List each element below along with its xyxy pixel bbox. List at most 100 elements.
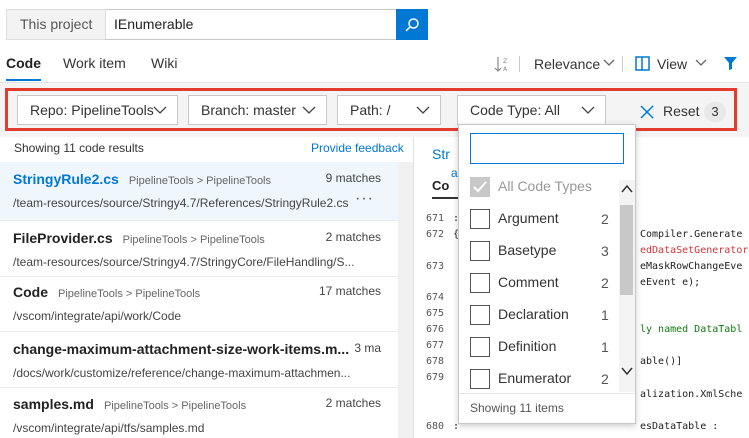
code-line: able()] <box>640 356 683 367</box>
view-panel-icon[interactable] <box>635 56 650 71</box>
chevron-down-icon[interactable] <box>603 58 615 68</box>
code-type-option[interactable]: Basetype 3 <box>470 239 620 263</box>
results-summary: Showing 11 code results <box>14 141 144 155</box>
chevron-up-icon[interactable] <box>621 184 633 194</box>
popup-footer-divider <box>459 393 635 394</box>
svg-text:A: A <box>503 66 508 73</box>
code-type-option-all[interactable]: All Code Types <box>470 175 620 199</box>
result-project: PipelineTools > PipelineTools <box>122 234 265 246</box>
result-item[interactable]: FileProvider.cs PipelineTools > PipelineT… <box>0 221 398 279</box>
code-type-option-label: Enumerator <box>498 370 572 386</box>
result-match-count: 17 matches <box>318 284 381 298</box>
code-type-popup-scroll-thumb[interactable] <box>620 205 633 295</box>
line-number: 671 <box>426 213 445 224</box>
line-number: 677 <box>426 340 445 351</box>
sort-dropdown[interactable]: Relevance <box>534 55 600 73</box>
result-item[interactable]: samples.md PipelineTools > PipelineTools … <box>0 387 398 438</box>
code-type-popup: All Code Types Argument 2 Basetype 3 Com… <box>458 124 636 424</box>
chevron-down-icon[interactable] <box>621 366 633 376</box>
code-type-option[interactable]: Definition 1 <box>470 335 620 359</box>
result-match-count: 9 matches <box>325 171 381 185</box>
search-input[interactable]: IEnumerable <box>105 9 397 40</box>
line-number: 679 <box>426 372 445 383</box>
result-path: /team-resources/source/Stringy4.7/Refere… <box>13 196 349 210</box>
code-type-option-count: 1 <box>601 307 609 323</box>
svg-text:Z: Z <box>503 58 507 65</box>
code-type-option-count: 2 <box>601 211 609 227</box>
filter-icon[interactable] <box>723 56 738 71</box>
code-type-search-input[interactable] <box>470 133 624 164</box>
checkbox[interactable] <box>470 241 490 261</box>
code-line: edDataSetGenerator <box>640 245 749 256</box>
code-type-option[interactable]: Comment 2 <box>470 271 620 295</box>
code-line: alization.XmlSche <box>640 389 743 400</box>
result-item[interactable]: Code PipelineTools > PipelineTools 17 mat… <box>0 275 398 333</box>
result-item[interactable]: StringyRule2.cs PipelineTools > PipelineT… <box>0 162 398 220</box>
result-file-name[interactable]: samples.md <box>13 396 94 412</box>
chevron-down-icon[interactable] <box>695 58 707 68</box>
toolbar-separator <box>622 56 623 72</box>
line-number: 674 <box>426 292 445 303</box>
checkbox[interactable] <box>470 369 490 389</box>
tab-work-item[interactable]: Work item <box>63 47 126 81</box>
code-type-popup-footer: Showing 11 items <box>470 401 564 415</box>
sort-order-icon[interactable]: Z A <box>494 55 510 73</box>
checkbox[interactable] <box>470 209 490 229</box>
checkmark-icon <box>473 181 487 193</box>
code-type-option[interactable]: Argument 2 <box>470 207 620 231</box>
result-path: /vscom/integrate/api/tfs/samples.md <box>13 421 205 435</box>
checkbox[interactable] <box>470 273 490 293</box>
line-number: 676 <box>426 324 445 335</box>
result-project: PipelineTools > PipelineTools <box>58 288 201 300</box>
result-file-name[interactable]: Code <box>13 284 48 300</box>
result-path: /team-resources/source/Stringy4.7/String… <box>13 255 355 269</box>
code-type-option-label: Argument <box>498 210 559 226</box>
code-type-option-count: 2 <box>601 371 609 387</box>
code-type-option-label: Definition <box>498 338 557 354</box>
result-item[interactable]: change-maximum-attachment-size-work-item… <box>0 332 398 390</box>
results-scrollbar[interactable] <box>398 162 413 438</box>
result-project: PipelineTools > PipelineTools <box>128 175 272 187</box>
view-dropdown[interactable]: View <box>657 55 687 73</box>
result-path: /vscom/integrate/api/work/Code <box>13 309 182 323</box>
more-actions-icon[interactable]: ··· <box>355 190 374 208</box>
search-button[interactable] <box>396 9 428 40</box>
search-icon <box>405 17 419 32</box>
result-file-name[interactable]: FileProvider.cs <box>13 230 113 246</box>
code-line: Compiler.Generate <box>640 229 743 240</box>
checkbox[interactable] <box>470 305 490 325</box>
provide-feedback-link[interactable]: Provide feedback <box>311 141 404 155</box>
preview-contents-tab[interactable]: Co <box>432 178 449 193</box>
code-type-option[interactable]: Declaration 1 <box>470 303 620 327</box>
code-type-option-label: Declaration <box>498 306 569 322</box>
code-line: ly named DataTabl <box>640 324 743 335</box>
checkbox-checked[interactable] <box>470 177 490 197</box>
tab-wiki[interactable]: Wiki <box>151 47 177 81</box>
line-number: 673 <box>426 261 445 272</box>
result-file-name[interactable]: StringyRule2.cs <box>13 171 119 187</box>
search-scope-selector[interactable]: This project <box>6 9 106 40</box>
code-type-option-label: Basetype <box>498 242 557 258</box>
code-type-option-count: 3 <box>601 243 609 259</box>
tab-code[interactable]: Code <box>6 47 41 81</box>
code-type-option[interactable]: Enumerator 2 <box>470 367 620 391</box>
result-match-count: 3 ma <box>354 341 381 355</box>
code-type-option-count: 2 <box>601 275 609 291</box>
code-line: esDataTable : <box>640 421 719 432</box>
code-type-option-label: Comment <box>498 274 559 290</box>
line-number: 672 <box>426 229 445 240</box>
preview-file-subtitle: a <box>451 166 458 180</box>
line-number: 678 <box>426 356 445 367</box>
line-number: 675 <box>426 308 445 319</box>
result-project: PipelineTools > PipelineTools <box>103 400 247 412</box>
checkbox[interactable] <box>470 337 490 357</box>
result-match-count: 2 matches <box>325 396 381 410</box>
result-match-count: 2 matches <box>325 230 381 244</box>
line-number: 680 <box>426 421 445 432</box>
toolbar-separator <box>519 56 520 72</box>
result-file-name[interactable]: change-maximum-attachment-size-work-item… <box>13 341 349 357</box>
code-line: eMaskRowChangeEve <box>640 261 743 272</box>
preview-file-tab[interactable]: Str <box>432 146 450 162</box>
code-type-option-count: 1 <box>601 339 609 355</box>
result-path: /docs/work/customize/reference/change-ma… <box>13 366 351 380</box>
